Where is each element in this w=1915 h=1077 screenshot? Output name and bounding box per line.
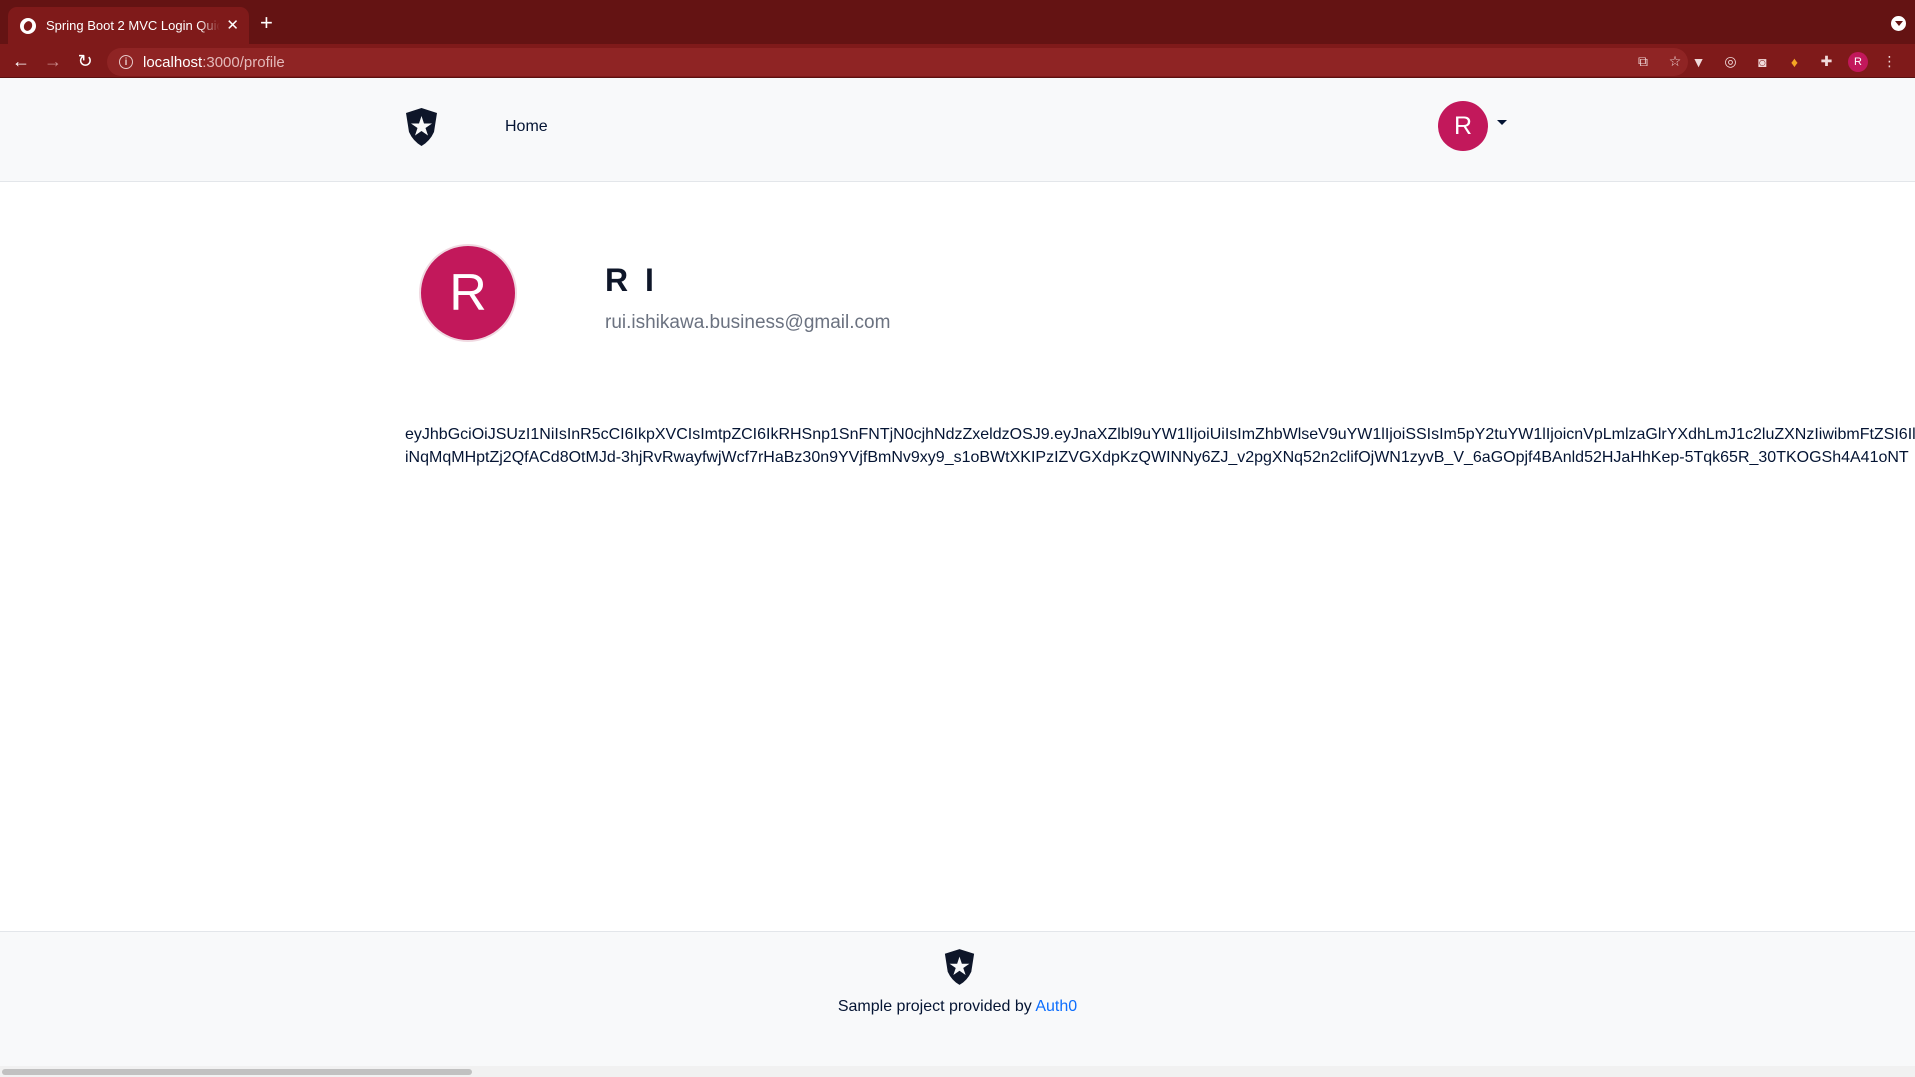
target-extension-icon[interactable]: ◎ [1720, 51, 1741, 72]
profile-name: R I [605, 262, 658, 298]
site-navbar: Home R [0, 78, 1915, 182]
puzzle-icon[interactable]: ✚ [1816, 51, 1837, 72]
camera-extension-icon[interactable]: ◙ [1752, 51, 1773, 72]
back-arrow-icon[interactable]: ← [9, 49, 33, 73]
tab-search-icon[interactable] [1891, 16, 1906, 31]
profile-email: rui.ishikawa.business@gmail.com [605, 312, 891, 333]
footer-text: Sample project provided by Auth0 [0, 998, 1915, 1016]
globe-icon [20, 17, 36, 34]
auth0-logo-icon [944, 949, 975, 985]
reload-icon[interactable]: ↻ [73, 49, 97, 73]
profile-avatar-icon[interactable]: R [1848, 51, 1868, 72]
browser-tab-strip: Spring Boot 2 MVC Login Quickstart ✕ + [0, 0, 1915, 44]
site-footer: Sample project provided by Auth0 [0, 931, 1915, 1066]
user-avatar[interactable]: R [1438, 101, 1488, 151]
horizontal-scrollbar[interactable] [0, 1066, 1915, 1077]
site-info-icon[interactable]: i [119, 55, 133, 69]
token-line: eyJhbGciOiJSUzI1NiIsInR5cCI6IkpXVCIsImtp… [405, 426, 1915, 443]
close-tab-icon[interactable]: ✕ [226, 18, 239, 33]
token-line: iNqMqMHptZj2QfACd8OtMJd-3hjRvRwayfwjWcf7… [405, 449, 1909, 466]
address-bar[interactable]: i localhost:3000/profile ⧉ ☆ [107, 48, 1688, 76]
profile-avatar: R [419, 244, 517, 342]
url-path: :3000/profile [202, 53, 285, 71]
forward-arrow-icon[interactable]: → [41, 49, 65, 73]
browser-tab[interactable]: Spring Boot 2 MVC Login Quickstart ✕ [8, 7, 249, 44]
fire-extension-icon[interactable]: ♦ [1784, 51, 1805, 72]
translate-icon[interactable]: ⧉ [1634, 52, 1652, 70]
tab-title: Spring Boot 2 MVC Login Quickstart [46, 18, 221, 33]
url-text: localhost:3000/profile [143, 54, 285, 71]
nav-home-link[interactable]: Home [505, 118, 548, 136]
chevron-down-icon[interactable] [1497, 119, 1507, 125]
bookmark-star-icon[interactable]: ☆ [1666, 52, 1684, 70]
id-token-text: eyJhbGciOiJSUzI1NiIsInR5cCI6IkpXVCIsImtp… [405, 423, 1915, 469]
new-tab-button[interactable]: + [260, 12, 273, 34]
auth0-logo-icon[interactable] [404, 108, 439, 146]
browser-toolbar: ← → ↻ i localhost:3000/profile ⧉ ☆ ▼ ◎ ◙… [0, 44, 1915, 78]
footer-text-prefix: Sample project provided by [837, 998, 1036, 1015]
url-host: localhost [143, 53, 203, 71]
auth0-link[interactable]: Auth0 [1035, 998, 1077, 1015]
kebab-menu-icon[interactable]: ⋮ [1879, 51, 1900, 72]
user-menu-dropdown[interactable]: R [1438, 101, 1507, 151]
scrollbar-thumb[interactable] [2, 1069, 472, 1075]
vue-devtools-icon[interactable]: ▼ [1688, 51, 1709, 72]
